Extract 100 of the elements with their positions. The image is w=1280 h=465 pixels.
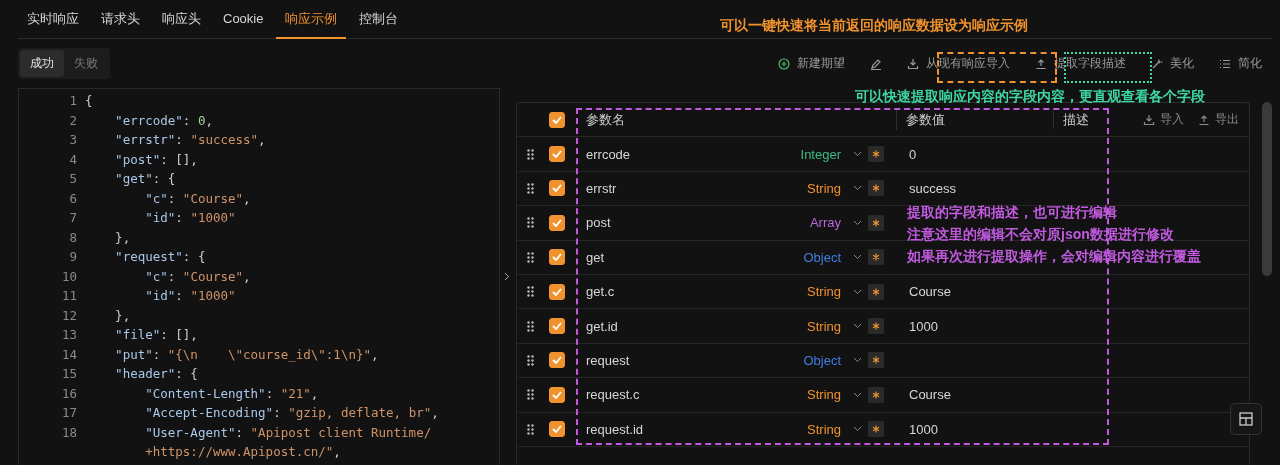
scrollbar[interactable] bbox=[1262, 102, 1272, 276]
tab[interactable]: 控制台 bbox=[350, 0, 408, 39]
param-name: request.id bbox=[586, 421, 645, 437]
tab[interactable]: 响应头 bbox=[153, 0, 210, 39]
check-icon bbox=[552, 425, 562, 434]
param-value: Course bbox=[908, 284, 951, 300]
type-select[interactable]: Array bbox=[809, 215, 841, 231]
chevron-down-icon[interactable] bbox=[853, 185, 862, 192]
asterisk-icon bbox=[872, 150, 880, 159]
required-toggle[interactable] bbox=[868, 249, 884, 266]
asterisk-icon bbox=[872, 356, 880, 365]
toggle-option[interactable]: 成功 bbox=[20, 50, 64, 77]
toolbar-button[interactable]: 美化 bbox=[1143, 51, 1202, 76]
required-toggle[interactable] bbox=[868, 180, 884, 197]
chevron-down-icon[interactable] bbox=[853, 426, 862, 433]
check-icon bbox=[552, 322, 562, 331]
tab[interactable]: 实时响应 bbox=[18, 0, 88, 39]
annotation-text: 提取的字段和描述，也可进行编辑 bbox=[907, 203, 1118, 222]
annotation-text: 可以快速提取响应内容的字段内容，更直观查看各个字段 bbox=[855, 88, 1205, 106]
code-editor[interactable] bbox=[18, 88, 500, 465]
checkbox[interactable] bbox=[549, 214, 565, 231]
check-icon bbox=[552, 218, 562, 227]
required-toggle[interactable] bbox=[868, 318, 884, 335]
required-toggle[interactable] bbox=[868, 146, 884, 163]
drag-handle-icon[interactable] bbox=[527, 182, 535, 194]
chevron-down-icon[interactable] bbox=[853, 219, 862, 226]
annotation-text: 如果再次进行提取操作，会对编辑内容进行覆盖 bbox=[907, 247, 1201, 266]
required-toggle[interactable] bbox=[868, 421, 884, 438]
type-select[interactable]: Integer bbox=[800, 146, 841, 162]
chevron-down-icon[interactable] bbox=[853, 254, 862, 261]
required-toggle[interactable] bbox=[868, 386, 884, 403]
check-icon bbox=[552, 115, 562, 124]
checkbox[interactable] bbox=[549, 249, 565, 266]
toggle-option[interactable]: 失败 bbox=[64, 50, 108, 77]
table-action[interactable]: 导出 bbox=[1198, 111, 1239, 129]
checkbox[interactable] bbox=[549, 386, 565, 403]
drag-handle-icon[interactable] bbox=[527, 320, 535, 332]
toolbar-button[interactable]: 新建期望 bbox=[770, 51, 853, 76]
code-line: "id": "1000" bbox=[144, 288, 236, 304]
line-number: 1 bbox=[68, 93, 77, 109]
drag-handle-icon[interactable] bbox=[527, 354, 535, 366]
chevron-down-icon[interactable] bbox=[853, 323, 862, 330]
chevron-down-icon[interactable] bbox=[853, 391, 862, 398]
param-value: 1000 bbox=[908, 318, 938, 334]
type-select[interactable]: String bbox=[807, 180, 841, 196]
tab[interactable]: 响应示例 bbox=[276, 0, 347, 39]
param-name: get.id bbox=[586, 318, 619, 334]
type-select[interactable]: String bbox=[807, 284, 841, 300]
layout-button[interactable] bbox=[1230, 403, 1262, 435]
pencil-icon bbox=[870, 57, 882, 70]
chevron-down-icon[interactable] bbox=[853, 151, 862, 158]
checkbox[interactable] bbox=[549, 352, 565, 369]
type-select[interactable]: String bbox=[807, 387, 841, 403]
toolbar-button[interactable]: 从现有响应导入 bbox=[899, 51, 1018, 76]
code-line: "get": { bbox=[114, 171, 176, 187]
code-line: "c": "Course", bbox=[144, 268, 251, 284]
checkbox[interactable] bbox=[549, 318, 565, 335]
line-number: 5 bbox=[68, 171, 77, 187]
tab[interactable]: Cookie bbox=[214, 0, 273, 39]
required-toggle[interactable] bbox=[868, 214, 884, 231]
drag-handle-icon[interactable] bbox=[527, 148, 535, 160]
param-name: errcode bbox=[586, 146, 632, 162]
chevron-down-icon[interactable] bbox=[853, 357, 862, 364]
type-select[interactable]: String bbox=[807, 421, 841, 437]
param-name: post bbox=[586, 215, 612, 231]
drag-handle-icon[interactable] bbox=[527, 423, 535, 435]
checkbox[interactable] bbox=[549, 111, 565, 128]
required-toggle[interactable] bbox=[868, 283, 884, 300]
line-number: 11 bbox=[60, 288, 77, 304]
type-select[interactable]: Object bbox=[803, 249, 841, 265]
asterisk-icon bbox=[872, 184, 880, 193]
required-toggle[interactable] bbox=[868, 352, 884, 369]
check-icon bbox=[552, 184, 562, 193]
drag-handle-icon[interactable] bbox=[527, 217, 535, 229]
checkbox[interactable] bbox=[549, 180, 565, 197]
chevron-down-icon[interactable] bbox=[853, 288, 862, 295]
table-action[interactable]: 导入 bbox=[1143, 111, 1184, 129]
type-select[interactable]: Object bbox=[803, 352, 841, 368]
line-number: 3 bbox=[68, 132, 77, 148]
line-number: 12 bbox=[60, 307, 77, 323]
line-number: 13 bbox=[60, 327, 77, 343]
code-line: "Content-Length": "21", bbox=[144, 385, 319, 401]
param-value: 1000 bbox=[908, 421, 938, 437]
checkbox[interactable] bbox=[549, 421, 565, 438]
tab[interactable]: 请求头 bbox=[92, 0, 149, 39]
checkbox[interactable] bbox=[549, 146, 565, 163]
upload-icon bbox=[1035, 57, 1047, 70]
type-select[interactable]: String bbox=[807, 318, 841, 334]
toolbar-button[interactable]: 简化 bbox=[1211, 51, 1270, 76]
param-name: request.c bbox=[586, 387, 641, 403]
chevron-right-icon[interactable] bbox=[504, 272, 510, 281]
line-number: 16 bbox=[60, 385, 77, 401]
checkbox[interactable] bbox=[549, 283, 565, 300]
download-icon bbox=[907, 57, 919, 70]
drag-handle-icon[interactable] bbox=[527, 389, 535, 401]
code-line: "errcode": 0, bbox=[114, 112, 213, 128]
drag-handle-icon[interactable] bbox=[527, 286, 535, 298]
drag-handle-icon[interactable] bbox=[527, 251, 535, 263]
layout-icon bbox=[1239, 412, 1253, 426]
asterisk-icon bbox=[872, 390, 880, 399]
